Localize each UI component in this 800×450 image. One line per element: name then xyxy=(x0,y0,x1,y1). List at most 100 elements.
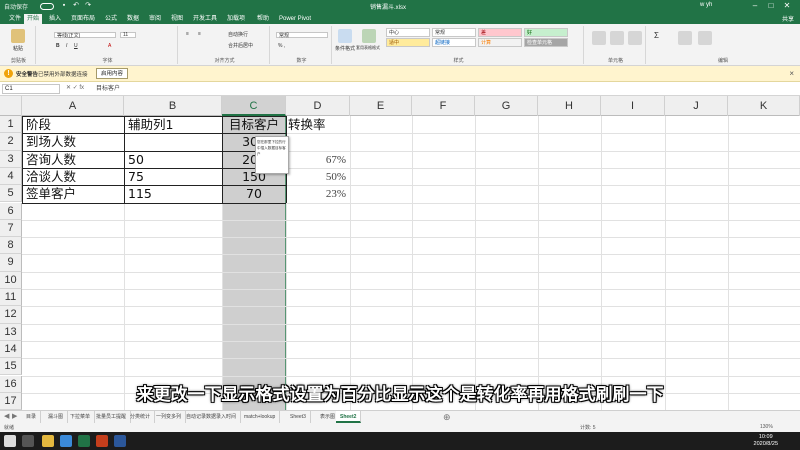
wrap-text-button[interactable]: 自动换行 xyxy=(228,31,248,38)
conditional-format-button[interactable]: 条件格式 xyxy=(335,45,355,52)
cell-a3[interactable]: 咨询人数 xyxy=(26,152,120,168)
cell-b5[interactable]: 115 xyxy=(128,186,218,202)
autosave-toggle[interactable] xyxy=(40,3,54,10)
close-icon[interactable]: × xyxy=(789,69,794,78)
sheet-tab[interactable]: 一列变多列 xyxy=(152,411,187,423)
file-explorer-icon[interactable] xyxy=(42,435,54,447)
sheet-tab[interactable]: Sheet3 xyxy=(286,411,311,423)
browser-icon[interactable] xyxy=(60,435,72,447)
ribbon-tab[interactable]: 审阅 xyxy=(146,14,164,24)
taskbar-clock[interactable]: 10:09 2020/8/25 xyxy=(754,434,778,448)
sheet-tab[interactable]: 分类统计 xyxy=(126,411,156,423)
column-header-f[interactable]: F xyxy=(412,96,475,116)
sheet-nav-next-icon[interactable]: ▶ xyxy=(12,411,17,423)
column-header-b[interactable]: B xyxy=(124,96,222,116)
column-header-j[interactable]: J xyxy=(665,96,728,116)
format-as-table-button[interactable]: 套用表格格式 xyxy=(356,45,380,51)
ribbon-tab[interactable]: 页面布局 xyxy=(68,14,98,24)
column-header-a[interactable]: A xyxy=(22,96,124,116)
row-header-11[interactable]: 11 xyxy=(0,289,22,307)
row-header-15[interactable]: 15 xyxy=(0,358,22,376)
column-header-i[interactable]: I xyxy=(601,96,665,116)
cell-style-option[interactable]: 超链接 xyxy=(432,38,476,47)
insert-cells-icon[interactable] xyxy=(592,31,606,45)
start-icon[interactable] xyxy=(4,435,16,447)
paste-button[interactable]: 粘贴 xyxy=(13,45,23,52)
sheet-tab[interactable]: Sheet2 xyxy=(336,411,362,423)
sheet-tab[interactable]: 目录 xyxy=(22,411,42,423)
worksheet-grid[interactable]: ABCDEFGHIJK 1 2 3 4 5 6 7 8 9 10 11 12 13 14 15 16 17 阶段… xyxy=(0,96,800,410)
user-name[interactable]: w yh xyxy=(700,2,712,8)
add-sheet-icon[interactable]: ⊕ xyxy=(443,411,451,423)
format-cells-icon[interactable] xyxy=(628,31,642,45)
sort-filter-icon[interactable] xyxy=(678,31,692,45)
sheet-nav-prev-icon[interactable]: ◀ xyxy=(4,411,9,423)
column-header-e[interactable]: E xyxy=(350,96,412,116)
maximize-icon[interactable]: □ xyxy=(766,1,776,11)
column-header-g[interactable]: G xyxy=(475,96,538,116)
bold-icon[interactable]: B xyxy=(56,43,60,49)
row-header-9[interactable]: 9 xyxy=(0,254,22,272)
underline-icon[interactable]: U xyxy=(74,43,78,49)
powerpoint-icon[interactable] xyxy=(96,435,108,447)
align-top-icon[interactable]: ≡ xyxy=(186,31,189,37)
cell-style-option[interactable]: 差 xyxy=(478,28,522,37)
ribbon-tab[interactable]: 数据 xyxy=(124,14,142,24)
excel-icon[interactable] xyxy=(78,435,90,447)
row-header-2[interactable]: 2 xyxy=(0,133,22,151)
percent-icon[interactable]: % , xyxy=(278,43,285,49)
formula-input[interactable]: 目标客户 xyxy=(96,84,796,94)
cell-style-option[interactable]: 中心 xyxy=(386,28,430,37)
cell-a1[interactable]: 阶段 xyxy=(26,117,120,133)
cell-d5[interactable]: 23% xyxy=(286,186,346,202)
ribbon-tab[interactable]: Power Pivot xyxy=(276,14,314,24)
sheet-tab[interactable]: 下拉菜单 xyxy=(66,411,96,423)
row-header-3[interactable]: 3 xyxy=(0,150,22,168)
cell-style-option[interactable]: 常规 xyxy=(432,28,476,37)
cell-d1[interactable]: 转换率 xyxy=(288,117,344,133)
ribbon-tab[interactable]: 文件 xyxy=(6,14,24,24)
delete-cells-icon[interactable] xyxy=(610,31,624,45)
row-header-5[interactable]: 5 xyxy=(0,185,22,203)
word-icon[interactable] xyxy=(114,435,126,447)
find-select-icon[interactable] xyxy=(698,31,712,45)
row-header-4[interactable]: 4 xyxy=(0,167,22,186)
align-middle-icon[interactable]: ≡ xyxy=(198,31,201,37)
select-all-corner[interactable] xyxy=(0,96,22,116)
cell-b4[interactable]: 75 xyxy=(128,169,218,185)
save-icon[interactable]: ▪ xyxy=(60,2,68,10)
column-header-h[interactable]: H xyxy=(538,96,601,116)
cell-d3[interactable]: 67% xyxy=(286,152,346,168)
conditional-format-icon[interactable] xyxy=(338,29,352,43)
autosum-icon[interactable]: Σ xyxy=(654,31,659,40)
ribbon-tab[interactable]: 视图 xyxy=(168,14,186,24)
sheet-tab[interactable]: 漏斗图 xyxy=(44,411,69,423)
italic-icon[interactable]: I xyxy=(66,43,67,49)
row-header-8[interactable]: 8 xyxy=(0,237,22,255)
column-header-d[interactable]: D xyxy=(286,96,350,116)
cell-style-option[interactable]: 适中 xyxy=(386,38,430,47)
share-button[interactable]: 共享 xyxy=(782,14,794,23)
zoom-level[interactable]: 130% xyxy=(760,424,773,430)
row-header-7[interactable]: 7 xyxy=(0,219,22,238)
cell-style-option[interactable]: 计算 xyxy=(478,38,522,47)
column-header-c[interactable]: C xyxy=(222,96,286,116)
row-header-10[interactable]: 10 xyxy=(0,271,22,289)
paste-icon[interactable] xyxy=(11,29,25,43)
merge-center-button[interactable]: 合并后居中 xyxy=(228,42,253,49)
cell-b1[interactable]: 辅助列1 xyxy=(128,117,218,133)
cell-a5[interactable]: 签单客户 xyxy=(26,186,120,202)
enable-content-button[interactable]: 启用内容 xyxy=(96,68,129,79)
column-header-k[interactable]: K xyxy=(728,96,800,116)
font-color-icon[interactable]: A xyxy=(108,43,111,49)
redo-icon[interactable]: ↷ xyxy=(84,2,92,10)
cell-style-option[interactable]: 检查单元格 xyxy=(524,38,568,47)
row-header-6[interactable]: 6 xyxy=(0,202,22,220)
search-icon[interactable] xyxy=(22,435,34,447)
sheet-tab[interactable]: 自动记录数据录入时间 xyxy=(182,411,242,423)
format-as-table-icon[interactable] xyxy=(362,29,376,43)
cell-style-option[interactable]: 好 xyxy=(524,28,568,37)
cell-b3[interactable]: 50 xyxy=(128,152,218,168)
row-header-14[interactable]: 14 xyxy=(0,340,22,359)
row-header-12[interactable]: 12 xyxy=(0,306,22,324)
